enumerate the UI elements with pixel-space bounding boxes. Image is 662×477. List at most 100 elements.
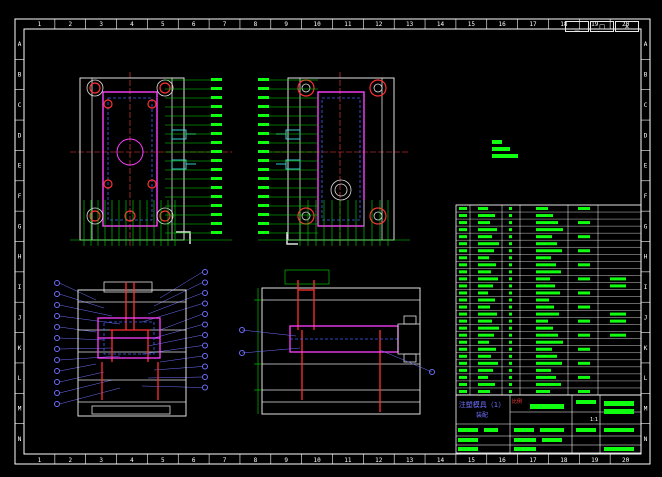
zone-letter: M: [644, 405, 648, 412]
part-balloon[interactable]: [202, 342, 208, 349]
parts-list-table[interactable]: [455, 204, 642, 396]
part-balloon[interactable]: [54, 335, 60, 341]
zone-number: 8: [254, 457, 258, 464]
right-ruler: A B C D E F G H I J K L M N: [641, 41, 650, 443]
part-balloon[interactable]: [202, 279, 208, 286]
plan-view-left[interactable]: [70, 72, 232, 246]
part-balloon[interactable]: [54, 390, 60, 396]
zone-letter: K: [644, 345, 648, 352]
zone-number: 10: [313, 457, 321, 464]
bom-cell: [459, 368, 467, 372]
close-button[interactable]: ×: [615, 21, 639, 32]
part-balloon[interactable]: [54, 379, 60, 385]
bom-cell: [459, 326, 467, 330]
bom-cell: [536, 228, 563, 232]
zone-number: 4: [130, 457, 134, 464]
bom-cell: [478, 277, 498, 281]
bom-cell: [478, 291, 488, 295]
bom-cell: [459, 298, 467, 302]
zone-number: 12: [375, 457, 383, 464]
bom-cell: [478, 207, 488, 211]
zone-number: 13: [406, 21, 414, 28]
part-balloon[interactable]: [202, 363, 208, 370]
maximize-button[interactable]: □: [590, 21, 614, 32]
drawing-name: 注塑模具（1）: [459, 400, 505, 409]
part-balloon[interactable]: [202, 311, 208, 317]
zone-letter: B: [644, 72, 648, 79]
part-balloon[interactable]: [54, 401, 60, 407]
zone-letter: A: [644, 41, 648, 48]
bom-cell: [509, 361, 512, 365]
bom-cell: [536, 333, 558, 337]
outer-frame: [14, 18, 651, 465]
bom-cell: [536, 298, 549, 302]
part-balloon[interactable]: [54, 357, 60, 363]
part-balloon[interactable]: [54, 324, 60, 330]
cad-canvas[interactable]: 1 2 3 4 5 6 7 8 9 10 11 12 13 14 15 16 17 18 19 20 12345678…: [0, 0, 662, 477]
bom-cell: [459, 277, 467, 281]
bom-cell: [509, 228, 512, 232]
bom-cell: [478, 347, 496, 351]
bom-cell: [478, 312, 497, 316]
part-balloon[interactable]: [202, 332, 208, 338]
zone-letter: J: [644, 314, 648, 321]
bom-cell: [509, 221, 512, 225]
title-block[interactable]: 注塑模具（1） 装配 比例 1:1: [455, 394, 642, 454]
part-balloons-right[interactable]: [239, 327, 435, 375]
minimize-button[interactable]: _: [565, 21, 589, 32]
zone-number: 13: [406, 457, 414, 464]
bom-cell: [536, 326, 553, 330]
zone-number: 20: [622, 457, 630, 464]
part-balloon[interactable]: [54, 368, 60, 374]
bom-cell: [459, 242, 467, 246]
bom-cell: [509, 249, 512, 253]
bom-cell: [478, 368, 493, 372]
bom-cell: [536, 270, 561, 274]
zone-number: 6: [192, 457, 196, 464]
bom-cell: [509, 284, 512, 288]
zone-letter: M: [18, 405, 22, 412]
zone-letter: D: [644, 132, 648, 139]
part-balloon[interactable]: [202, 290, 208, 296]
part-balloon[interactable]: [202, 384, 208, 391]
part-balloon[interactable]: [202, 269, 208, 275]
zone-letter: I: [18, 284, 22, 291]
zone-number: 18: [560, 457, 568, 464]
part-balloon[interactable]: [54, 313, 60, 319]
section-view-left[interactable]: [54, 269, 208, 417]
bom-cell: [459, 256, 467, 260]
zone-letter: D: [18, 132, 22, 139]
bom-cell: [536, 319, 548, 323]
bom-cell: [459, 312, 467, 316]
bom-cell: [478, 298, 495, 302]
bom-cell: [459, 333, 467, 337]
plan-view-right[interactable]: [258, 72, 410, 246]
bom-cell: [478, 214, 495, 218]
part-balloon[interactable]: [202, 353, 208, 359]
part-balloon[interactable]: [54, 346, 60, 352]
bom-cell: [478, 263, 496, 267]
part-balloon[interactable]: [202, 374, 208, 380]
bom-cell: [478, 228, 497, 232]
part-balloon[interactable]: [54, 302, 60, 308]
bom-cell: [578, 347, 590, 351]
bom-cell: [610, 312, 626, 316]
part-balloon[interactable]: [202, 300, 208, 307]
bom-cell: [578, 305, 590, 309]
scale-label: 比例: [512, 398, 522, 405]
part-balloon[interactable]: [54, 291, 60, 297]
zone-number: 8: [254, 21, 258, 28]
zone-number: 17: [529, 21, 537, 28]
bom-cell: [478, 242, 499, 246]
bom-cell: [578, 375, 590, 379]
bom-cell: [509, 333, 512, 337]
bom-cell: [536, 382, 561, 386]
bom-cell: [509, 389, 512, 393]
zone-number: 19: [591, 457, 599, 464]
zone-letter: A: [18, 41, 22, 48]
part-balloon[interactable]: [202, 321, 208, 328]
bom-cell: [478, 256, 489, 260]
part-balloon[interactable]: [54, 280, 60, 286]
section-view-right[interactable]: [239, 269, 435, 415]
zone-number: 17: [529, 457, 537, 464]
